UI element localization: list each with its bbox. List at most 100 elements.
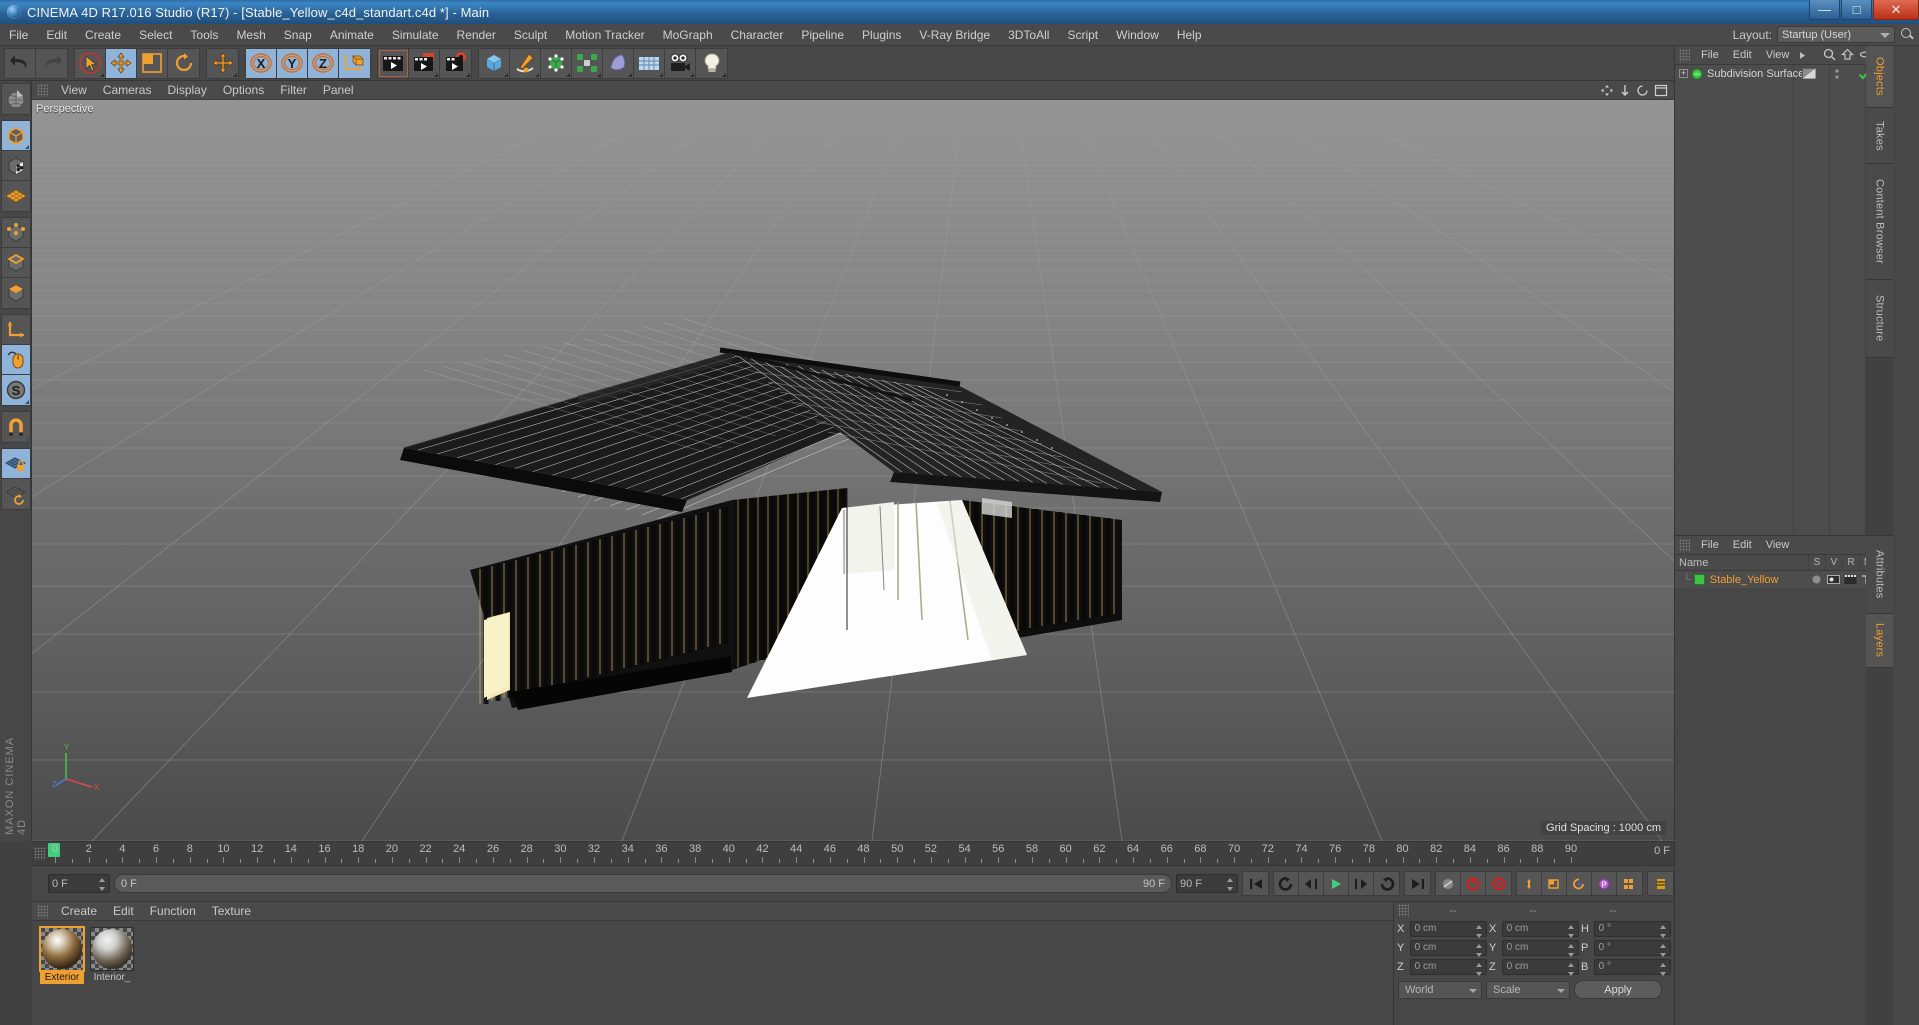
menu-item-pipeline[interactable]: Pipeline [792, 24, 853, 46]
objects-menu-edit[interactable]: Edit [1726, 46, 1759, 65]
timeline-ruler[interactable]: 0 2 4 6 8 10 12 14 16 18 20 22 24 26 28 30 32 34 36 38 40 42 4… [32, 842, 1674, 866]
objects-tab-structure[interactable]: Structure [1866, 280, 1893, 358]
add-environment-button[interactable] [634, 48, 665, 78]
menu-item-mograph[interactable]: MoGraph [654, 24, 722, 46]
lock-y-axis-button[interactable]: Y [277, 48, 308, 78]
pla-key-button[interactable] [1617, 872, 1642, 895]
add-light-button[interactable] [696, 48, 727, 78]
material-menu-texture[interactable]: Texture [204, 902, 259, 921]
panel-grip-icon[interactable] [37, 83, 48, 97]
goto-end-button[interactable] [1405, 872, 1430, 895]
loop-forward-button[interactable] [1374, 872, 1399, 895]
attributes-list[interactable]: └ Stable_Yellow [1675, 571, 1893, 588]
layout-dropdown[interactable]: Startup (User) [1777, 26, 1895, 43]
lock-z-axis-button[interactable]: Z [308, 48, 339, 78]
object-axis-button[interactable] [1, 315, 30, 345]
current-frame-input[interactable]: 0 F [48, 874, 110, 893]
objects-tab-takes[interactable]: Takes [1866, 108, 1893, 164]
scale-tool-button[interactable] [137, 48, 168, 78]
size-mode-dropdown[interactable]: Scale [1486, 980, 1570, 999]
close-button[interactable]: ✕ [1873, 0, 1919, 20]
timeline-track[interactable]: 0 2 4 6 8 10 12 14 16 18 20 22 24 26 28 30 32 34 36 38 40 42 4… [48, 842, 1578, 866]
add-cube-button[interactable] [479, 48, 510, 78]
autokey-button[interactable] [1436, 872, 1461, 895]
menu-item-3dtoall[interactable]: 3DToAll [999, 24, 1058, 46]
step-back-button[interactable] [1299, 872, 1324, 895]
objects-menu-view[interactable]: View [1759, 46, 1797, 65]
stepper-icon[interactable] [1476, 943, 1483, 957]
lock-workplane-button[interactable] [1, 449, 30, 479]
rotation-p-input[interactable]: 0 ° [1593, 939, 1671, 957]
viewport-menu-panel[interactable]: Panel [315, 81, 362, 100]
panel-grip-icon[interactable] [34, 847, 45, 860]
undo-button[interactable] [5, 48, 36, 78]
render-settings-button[interactable] [440, 48, 471, 78]
coordinate-system-button[interactable] [339, 48, 370, 78]
visibility-dots-icon[interactable] [1823, 65, 1851, 82]
scale-key-button[interactable] [1542, 872, 1567, 895]
add-mograph-button[interactable] [572, 48, 603, 78]
view-eye-icon[interactable] [1825, 571, 1842, 588]
menu-item-snap[interactable]: Snap [275, 24, 321, 46]
stepper-icon[interactable] [1660, 962, 1667, 976]
step-forward-button[interactable] [1349, 872, 1374, 895]
stepper-icon[interactable] [1476, 924, 1483, 938]
record-active-objects-button[interactable] [1461, 872, 1486, 895]
menu-overflow-icon[interactable] [1798, 51, 1807, 60]
workplane-mode-button[interactable] [1, 181, 30, 211]
size-z-input[interactable]: 0 cm [1501, 958, 1579, 976]
viewport-menu-display[interactable]: Display [159, 81, 214, 100]
render-to-picture-viewer-button[interactable] [409, 48, 440, 78]
menu-item-render[interactable]: Render [448, 24, 505, 46]
viewport-mouse-button[interactable] [1, 345, 30, 375]
position-key-button[interactable] [1517, 872, 1542, 895]
attributes-menu-edit[interactable]: Edit [1726, 536, 1759, 555]
keyframe-mode-button[interactable] [1648, 872, 1673, 895]
menu-item-script[interactable]: Script [1058, 24, 1107, 46]
menu-item-sculpt[interactable]: Sculpt [505, 24, 556, 46]
texture-mode-button[interactable] [1, 151, 30, 181]
play-button[interactable] [1324, 872, 1349, 895]
material-menu-function[interactable]: Function [142, 902, 204, 921]
viewport-menu-cameras[interactable]: Cameras [95, 81, 160, 100]
stepper-icon[interactable] [1568, 924, 1575, 938]
points-mode-button[interactable] [1, 218, 30, 248]
soft-selection-button[interactable]: S [1, 375, 30, 405]
attributes-menu-file[interactable]: File [1694, 536, 1726, 555]
objects-tab-content-browser[interactable]: Content Browser [1866, 164, 1893, 280]
search-icon[interactable] [1823, 48, 1836, 61]
solo-dot-icon[interactable] [1808, 571, 1825, 588]
material-item[interactable]: Interior_ [90, 927, 134, 984]
object-row-subdivision-surface[interactable]: + Subdivision Surface [1675, 65, 1893, 82]
edges-mode-button[interactable] [1, 248, 30, 278]
position-x-input[interactable]: 0 cm [1409, 920, 1487, 938]
stepper-icon[interactable] [1568, 962, 1575, 976]
move-tool-alt-button[interactable] [207, 48, 238, 78]
render-view-button[interactable] [378, 48, 409, 78]
size-y-input[interactable]: 0 cm [1501, 939, 1579, 957]
rotate-tool-button[interactable] [168, 48, 199, 78]
apply-button[interactable]: Apply [1574, 980, 1662, 999]
attributes-tab-attributes[interactable]: Attributes [1866, 536, 1893, 614]
panel-grip-icon[interactable] [1679, 538, 1690, 552]
objects-tab-objects[interactable]: Objects [1866, 46, 1893, 108]
material-preview[interactable] [39, 926, 85, 972]
viewport-menu-filter[interactable]: Filter [272, 81, 315, 100]
stepper-icon[interactable] [1227, 878, 1234, 891]
enable-snap-button[interactable] [1, 412, 30, 442]
attributes-tab-layers[interactable]: Layers [1866, 614, 1893, 668]
menu-item-window[interactable]: Window [1107, 24, 1168, 46]
make-editable-button[interactable] [1, 84, 30, 114]
stepper-icon[interactable] [1660, 943, 1667, 957]
record-button[interactable] [1486, 872, 1511, 895]
menu-item-v-ray-bridge[interactable]: V-Ray Bridge [910, 24, 999, 46]
objects-menu-file[interactable]: File [1694, 46, 1726, 65]
menu-item-tools[interactable]: Tools [181, 24, 227, 46]
menu-item-simulate[interactable]: Simulate [383, 24, 448, 46]
objects-list[interactable]: + Subdivision Surface [1675, 65, 1893, 535]
play-backwards-button[interactable] [1274, 872, 1299, 895]
stepper-icon[interactable] [99, 878, 106, 891]
add-generator-button[interactable] [541, 48, 572, 78]
select-tool-button[interactable] [75, 48, 106, 78]
add-deformer-button[interactable] [603, 48, 634, 78]
